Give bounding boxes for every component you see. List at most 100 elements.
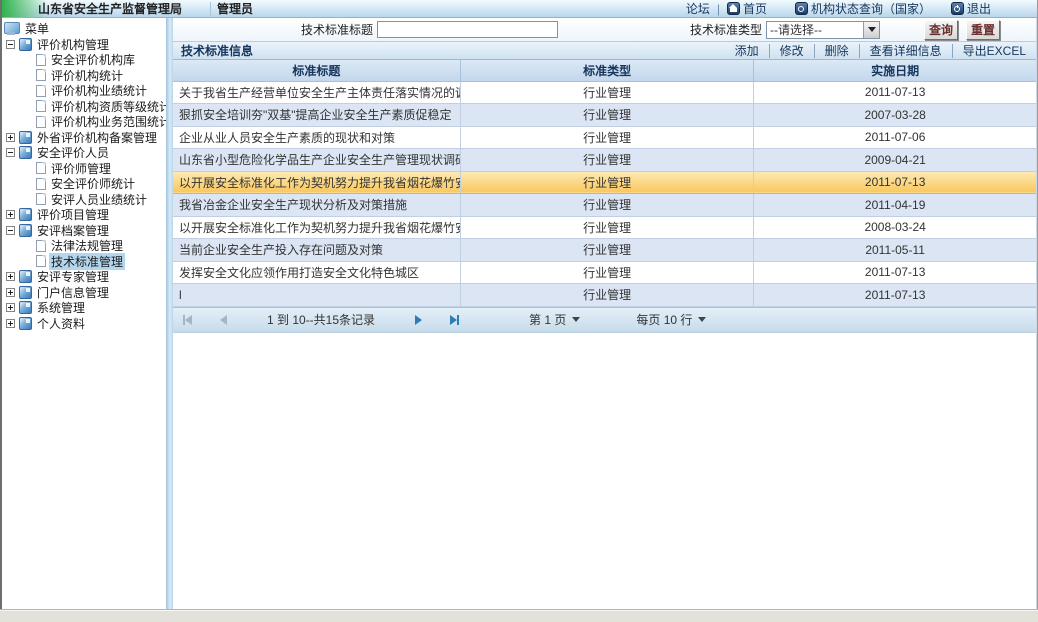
query-button[interactable]: 查询 — [924, 20, 958, 40]
logged-in-user: 管理员 — [217, 0, 253, 17]
folder-icon — [19, 146, 32, 159]
table-row[interactable]: 关于我省生产经营单位安全生产主体责任落实情况的调研报告行业管理2011-07-1… — [173, 81, 1036, 104]
home-link[interactable]: 首页 — [727, 0, 767, 17]
tree-item[interactable]: 评价机构资质等级统计 — [2, 99, 166, 115]
sidebar-menu-tree: 菜单 评价机构管理 安全评价机构库 评价机构统计 评价机构业绩统计 评价机构资质… — [2, 18, 166, 609]
tree-item[interactable]: 评价师管理 — [2, 161, 166, 177]
col-header-type[interactable]: 标准类型 — [460, 60, 753, 81]
collapse-icon[interactable] — [6, 226, 15, 235]
page-icon — [36, 193, 46, 205]
expand-icon[interactable] — [6, 288, 15, 297]
edit-button[interactable]: 修改 — [769, 44, 814, 58]
standard-title-label: 技术标准标题 — [301, 21, 373, 38]
tree-item[interactable]: 评价机构业绩统计 — [2, 83, 166, 99]
reset-button[interactable]: 重置 — [966, 20, 1000, 40]
record-range-text: 1 到 10--共15条记录 — [267, 311, 375, 328]
last-page-icon[interactable] — [450, 315, 459, 325]
page-icon — [36, 240, 46, 252]
logout-link[interactable]: 退出 — [951, 0, 991, 17]
view-detail-button[interactable]: 查看详细信息 — [859, 44, 952, 58]
table-row[interactable]: 以开展安全标准化工作为契机努力提升我省烟花爆竹安全管理水平行业管理2008-03… — [173, 216, 1036, 239]
expand-icon[interactable] — [6, 210, 15, 219]
next-page-icon[interactable] — [415, 315, 422, 325]
tree-item-selected[interactable]: 技术标准管理 — [2, 254, 166, 270]
tree-item[interactable]: 安评专家管理 — [2, 269, 166, 285]
rows-per-page-dropdown[interactable]: 每页 10 行 — [636, 311, 706, 328]
expand-icon[interactable] — [6, 303, 15, 312]
forum-link[interactable]: 论坛 — [686, 0, 710, 17]
tree-item[interactable]: 安评档案管理 — [2, 223, 166, 239]
expand-icon[interactable] — [6, 133, 15, 142]
status-query-icon — [795, 2, 808, 15]
page-icon — [36, 116, 46, 128]
add-button[interactable]: 添加 — [725, 44, 769, 58]
table-row[interactable]: 山东省小型危险化学品生产企业安全生产管理现状调研报告行业管理2009-04-21 — [173, 149, 1036, 172]
chevron-down-icon — [572, 317, 580, 322]
table-row[interactable]: l行业管理2011-07-13 — [173, 284, 1036, 307]
tree-item[interactable]: 法律法规管理 — [2, 238, 166, 254]
tree-item[interactable]: 评价机构统计 — [2, 68, 166, 84]
table-row-selected[interactable]: 以开展安全标准化工作为契机努力提升我省烟花爆竹安全管理水平行业管理2011-07… — [173, 171, 1036, 194]
tree-item[interactable]: 安评人员业绩统计 — [2, 192, 166, 208]
previous-page-icon[interactable] — [220, 315, 227, 325]
toolbar-buttons: 添加 修改 删除 查看详细信息 导出EXCEL — [725, 42, 1036, 59]
standard-type-label: 技术标准类型 — [690, 21, 762, 38]
home-icon — [727, 2, 740, 15]
top-header-bar: 山东省安全生产监督管理局 管理员 论坛 | 首页 机构状态查询（国家） 退出 — [2, 0, 1037, 18]
standard-type-select[interactable]: --请选择-- — [766, 21, 880, 39]
folder-icon — [19, 224, 32, 237]
grid-toolbar: 技术标准信息 添加 修改 删除 查看详细信息 导出EXCEL — [173, 41, 1036, 60]
export-excel-button[interactable]: 导出EXCEL — [952, 44, 1036, 58]
page-icon — [36, 178, 46, 190]
delete-button[interactable]: 删除 — [814, 44, 859, 58]
collapse-icon[interactable] — [6, 148, 15, 157]
table-header-row: 标准标题 标准类型 实施日期 — [173, 60, 1036, 81]
page-icon — [36, 85, 46, 97]
tree-item[interactable]: 安全评价人员 — [2, 145, 166, 161]
chevron-down-icon — [868, 27, 876, 32]
tree-item[interactable]: 外省评价机构备案管理 — [2, 130, 166, 146]
table-row[interactable]: 发挥安全文化应领作用打造安全文化特色城区行业管理2011-07-13 — [173, 261, 1036, 284]
table-row[interactable]: 企业从业人员安全生产素质的现状和对策行业管理2011-07-06 — [173, 126, 1036, 149]
tree-item[interactable]: 系统管理 — [2, 300, 166, 316]
expand-icon[interactable] — [6, 272, 15, 281]
col-header-title[interactable]: 标准标题 — [173, 60, 460, 81]
sidebar-main-divider — [166, 18, 173, 609]
chevron-down-icon — [698, 317, 706, 322]
tree-item[interactable]: 评价项目管理 — [2, 207, 166, 223]
tree-item[interactable]: 安全评价机构库 — [2, 52, 166, 68]
folder-icon — [19, 286, 32, 299]
folder-icon — [19, 131, 32, 144]
app-title: 山东省安全生产监督管理局 — [38, 0, 182, 17]
collapse-icon[interactable] — [6, 40, 15, 49]
status-bar — [0, 609, 1038, 622]
tree-item[interactable]: 评价机构管理 — [2, 37, 166, 53]
table-row[interactable]: 当前企业安全生产投入存在问题及对策行业管理2011-05-11 — [173, 239, 1036, 262]
computer-icon — [4, 22, 20, 35]
tree-root-menu[interactable]: 菜单 — [2, 21, 166, 37]
col-header-date[interactable]: 实施日期 — [754, 60, 1036, 81]
folder-icon — [19, 38, 32, 51]
tree-item[interactable]: 门户信息管理 — [2, 285, 166, 301]
page-icon — [36, 162, 46, 174]
page-number-dropdown[interactable]: 第 1 页 — [529, 311, 580, 328]
org-status-query-link[interactable]: 机构状态查询（国家） — [795, 0, 931, 17]
first-page-icon[interactable] — [183, 315, 192, 325]
page-icon — [36, 255, 46, 267]
tree-item[interactable]: 个人资料 — [2, 316, 166, 332]
expand-icon[interactable] — [6, 319, 15, 328]
app-window: 山东省安全生产监督管理局 管理员 论坛 | 首页 机构状态查询（国家） 退出 — [0, 0, 1038, 609]
page-icon — [36, 100, 46, 112]
logout-icon — [951, 2, 964, 15]
folder-icon — [19, 317, 32, 330]
standard-title-input[interactable] — [377, 21, 558, 38]
header-links: 论坛 | 首页 机构状态查询（国家） 退出 — [686, 0, 1037, 17]
link-separator: | — [717, 2, 720, 16]
table-row[interactable]: 狠抓安全培训夯"双基"提高企业安全生产素质促稳定行业管理2007-03-28 — [173, 104, 1036, 127]
tree-item[interactable]: 评价机构业务范围统计 — [2, 114, 166, 130]
folder-icon — [19, 301, 32, 314]
table-row[interactable]: 我省冶金企业安全生产现状分析及对策措施行业管理2011-04-19 — [173, 194, 1036, 217]
tree-item[interactable]: 安全评价师统计 — [2, 176, 166, 192]
select-dropdown-button[interactable] — [863, 22, 879, 38]
main-panel: 技术标准标题 技术标准类型 --请选择-- 查询 重置 技术标准信息 添加 修改… — [173, 18, 1037, 609]
